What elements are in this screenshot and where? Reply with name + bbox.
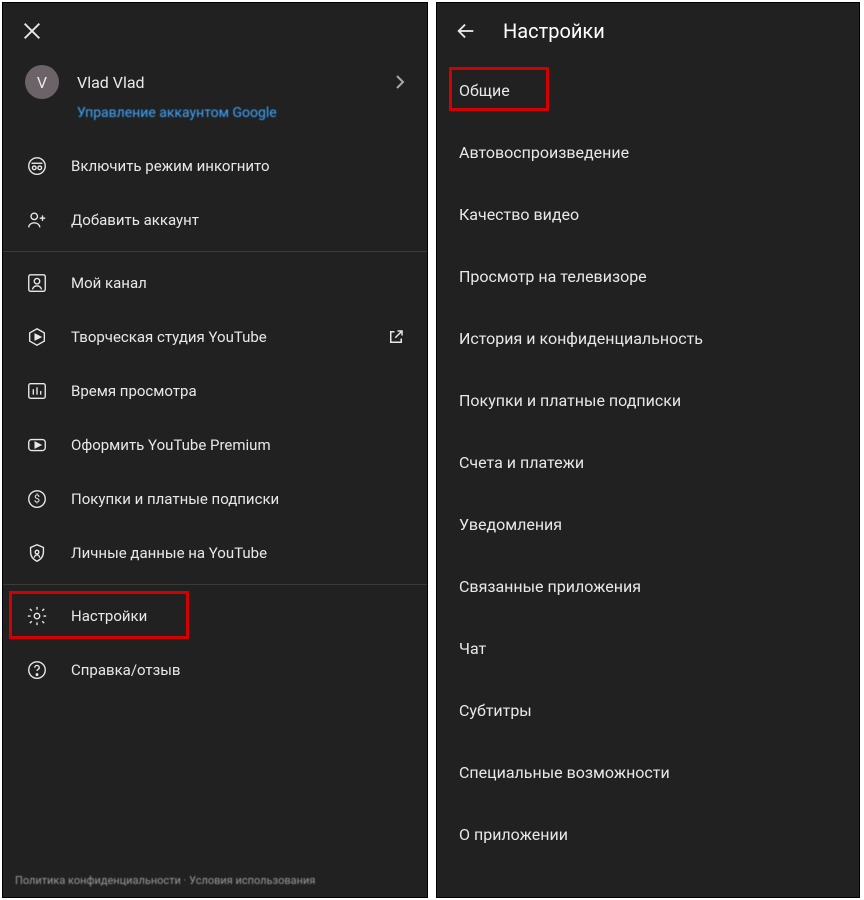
settings-list: Общие Автовоспроизведение Качество видео… — [437, 59, 859, 865]
page-title: Настройки — [503, 19, 605, 43]
menu-label: Настройки — [71, 607, 405, 625]
menu-item-my-channel[interactable]: Мой канал — [3, 256, 427, 310]
incognito-icon — [25, 154, 49, 178]
footer-links[interactable]: Политика конфиденциальности · Условия ис… — [15, 874, 315, 887]
back-arrow-icon[interactable] — [455, 20, 477, 42]
menu-label: Оформить YouTube Premium — [71, 436, 405, 454]
avatar: V — [25, 65, 59, 99]
menu-section-3: Настройки Справка/отзыв — [3, 589, 427, 697]
menu-label: Время просмотра — [71, 382, 405, 400]
settings-item-general[interactable]: Общие — [437, 59, 859, 121]
settings-label: История и конфиденциальность — [459, 329, 703, 348]
menu-item-settings[interactable]: Настройки — [3, 589, 427, 643]
topbar — [3, 3, 427, 59]
external-link-icon — [387, 328, 405, 346]
settings-label: Уведомления — [459, 515, 562, 534]
account-row[interactable]: V Vlad Vlad — [3, 59, 427, 103]
settings-item-notifications[interactable]: Уведомления — [437, 493, 859, 555]
menu-section-2: Мой канал Творческая студия YouTube Врем… — [3, 256, 427, 580]
svg-text:$: $ — [34, 493, 40, 506]
settings-item-captions[interactable]: Субтитры — [437, 679, 859, 741]
settings-label: Субтитры — [459, 701, 532, 720]
settings-item-purchases[interactable]: Покупки и платные подписки — [437, 369, 859, 431]
settings-label: Счета и платежи — [459, 453, 584, 472]
settings-label: Чат — [459, 639, 486, 658]
settings-label: Специальные возможности — [459, 763, 670, 782]
settings-item-history-privacy[interactable]: История и конфиденциальность — [437, 307, 859, 369]
manage-google-account-link[interactable]: Управление аккаунтом Google — [3, 103, 427, 139]
account-name: Vlad Vlad — [77, 73, 377, 92]
menu-item-add-account[interactable]: Добавить аккаунт — [3, 193, 427, 247]
menu-label: Включить режим инкогнито — [71, 157, 405, 175]
menu-label: Справка/отзыв — [71, 661, 405, 679]
settings-item-watch-on-tv[interactable]: Просмотр на телевизоре — [437, 245, 859, 307]
time-icon — [25, 379, 49, 403]
settings-item-billing[interactable]: Счета и платежи — [437, 431, 859, 493]
settings-label: О приложении — [459, 825, 568, 844]
topbar: Настройки — [437, 3, 859, 59]
purchases-icon: $ — [25, 487, 49, 511]
add-account-icon — [25, 208, 49, 232]
settings-label: Просмотр на телевизоре — [459, 267, 647, 286]
settings-item-about[interactable]: О приложении — [437, 803, 859, 865]
settings-label: Автовоспроизведение — [459, 143, 629, 162]
studio-icon — [25, 325, 49, 349]
help-icon — [25, 658, 49, 682]
divider — [3, 584, 427, 585]
settings-item-autoplay[interactable]: Автовоспроизведение — [437, 121, 859, 183]
menu-item-studio[interactable]: Творческая студия YouTube — [3, 310, 427, 364]
settings-label: Общие — [459, 81, 510, 100]
menu-label: Покупки и платные подписки — [71, 490, 405, 508]
settings-label: Связанные приложения — [459, 577, 641, 596]
channel-icon — [25, 271, 49, 295]
menu-item-purchases[interactable]: $ Покупки и платные подписки — [3, 472, 427, 526]
menu-item-your-data[interactable]: Личные данные на YouTube — [3, 526, 427, 580]
menu-label: Личные данные на YouTube — [71, 544, 405, 562]
settings-item-chat[interactable]: Чат — [437, 617, 859, 679]
menu-section-1: Включить режим инкогнито Добавить аккаун… — [3, 139, 427, 247]
divider — [3, 251, 427, 252]
settings-item-accessibility[interactable]: Специальные возможности — [437, 741, 859, 803]
privacy-icon — [25, 541, 49, 565]
menu-item-watch-time[interactable]: Время просмотра — [3, 364, 427, 418]
menu-item-premium[interactable]: Оформить YouTube Premium — [3, 418, 427, 472]
menu-label: Добавить аккаунт — [71, 211, 405, 229]
menu-label: Мой канал — [71, 274, 405, 292]
premium-icon — [25, 433, 49, 457]
menu-item-incognito[interactable]: Включить режим инкогнито — [3, 139, 427, 193]
settings-item-video-quality[interactable]: Качество видео — [437, 183, 859, 245]
menu-label: Творческая студия YouTube — [71, 328, 365, 346]
menu-item-help[interactable]: Справка/отзыв — [3, 643, 427, 697]
chevron-right-icon — [395, 74, 405, 90]
gear-icon — [25, 604, 49, 628]
settings-label: Покупки и платные подписки — [459, 391, 681, 410]
account-menu-screen: V Vlad Vlad Управление аккаунтом Google … — [2, 2, 428, 898]
settings-label: Качество видео — [459, 205, 579, 224]
settings-item-connected-apps[interactable]: Связанные приложения — [437, 555, 859, 617]
settings-screen: Настройки Общие Автовоспроизведение Каче… — [436, 2, 860, 898]
close-icon[interactable] — [21, 20, 43, 42]
